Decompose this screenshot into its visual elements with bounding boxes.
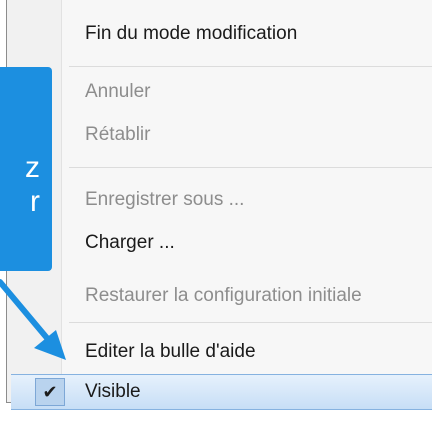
menu-item-visible[interactable]: ✔ Visible bbox=[11, 374, 432, 410]
menu-item-undo[interactable]: Annuler bbox=[7, 74, 432, 110]
pointer-arrow-icon bbox=[0, 279, 66, 360]
callout-text-line: z bbox=[25, 151, 40, 184]
screenshot-stage: Fin du mode modification Annuler Rétabli… bbox=[0, 0, 432, 423]
menu-item-label: Fin du mode modification bbox=[85, 23, 298, 44]
menu-item-end-edit-mode[interactable]: Fin du mode modification bbox=[7, 16, 432, 52]
menu-item-label: Annuler bbox=[85, 81, 151, 102]
menu-item-redo[interactable]: Rétablir bbox=[7, 117, 432, 153]
menu-item-label: Charger ... bbox=[85, 232, 175, 253]
menu-item-label: Enregistrer sous ... bbox=[85, 189, 245, 210]
menu-separator bbox=[69, 322, 432, 323]
checkmark-icon: ✔ bbox=[35, 378, 65, 406]
callout-text-line: r bbox=[30, 185, 40, 218]
menu-item-save-as[interactable]: Enregistrer sous ... bbox=[7, 182, 432, 218]
menu-item-label: Rétablir bbox=[85, 124, 151, 145]
menu-separator bbox=[69, 167, 432, 168]
menu-item-label: Visible bbox=[85, 381, 141, 402]
tutorial-callout: z r bbox=[0, 67, 52, 271]
menu-item-load[interactable]: Charger ... bbox=[7, 225, 432, 261]
menu-separator bbox=[69, 66, 432, 67]
menu-item-label: Editer la bulle d'aide bbox=[85, 341, 256, 362]
menu-item-label: Restaurer la configuration initiale bbox=[85, 285, 362, 306]
